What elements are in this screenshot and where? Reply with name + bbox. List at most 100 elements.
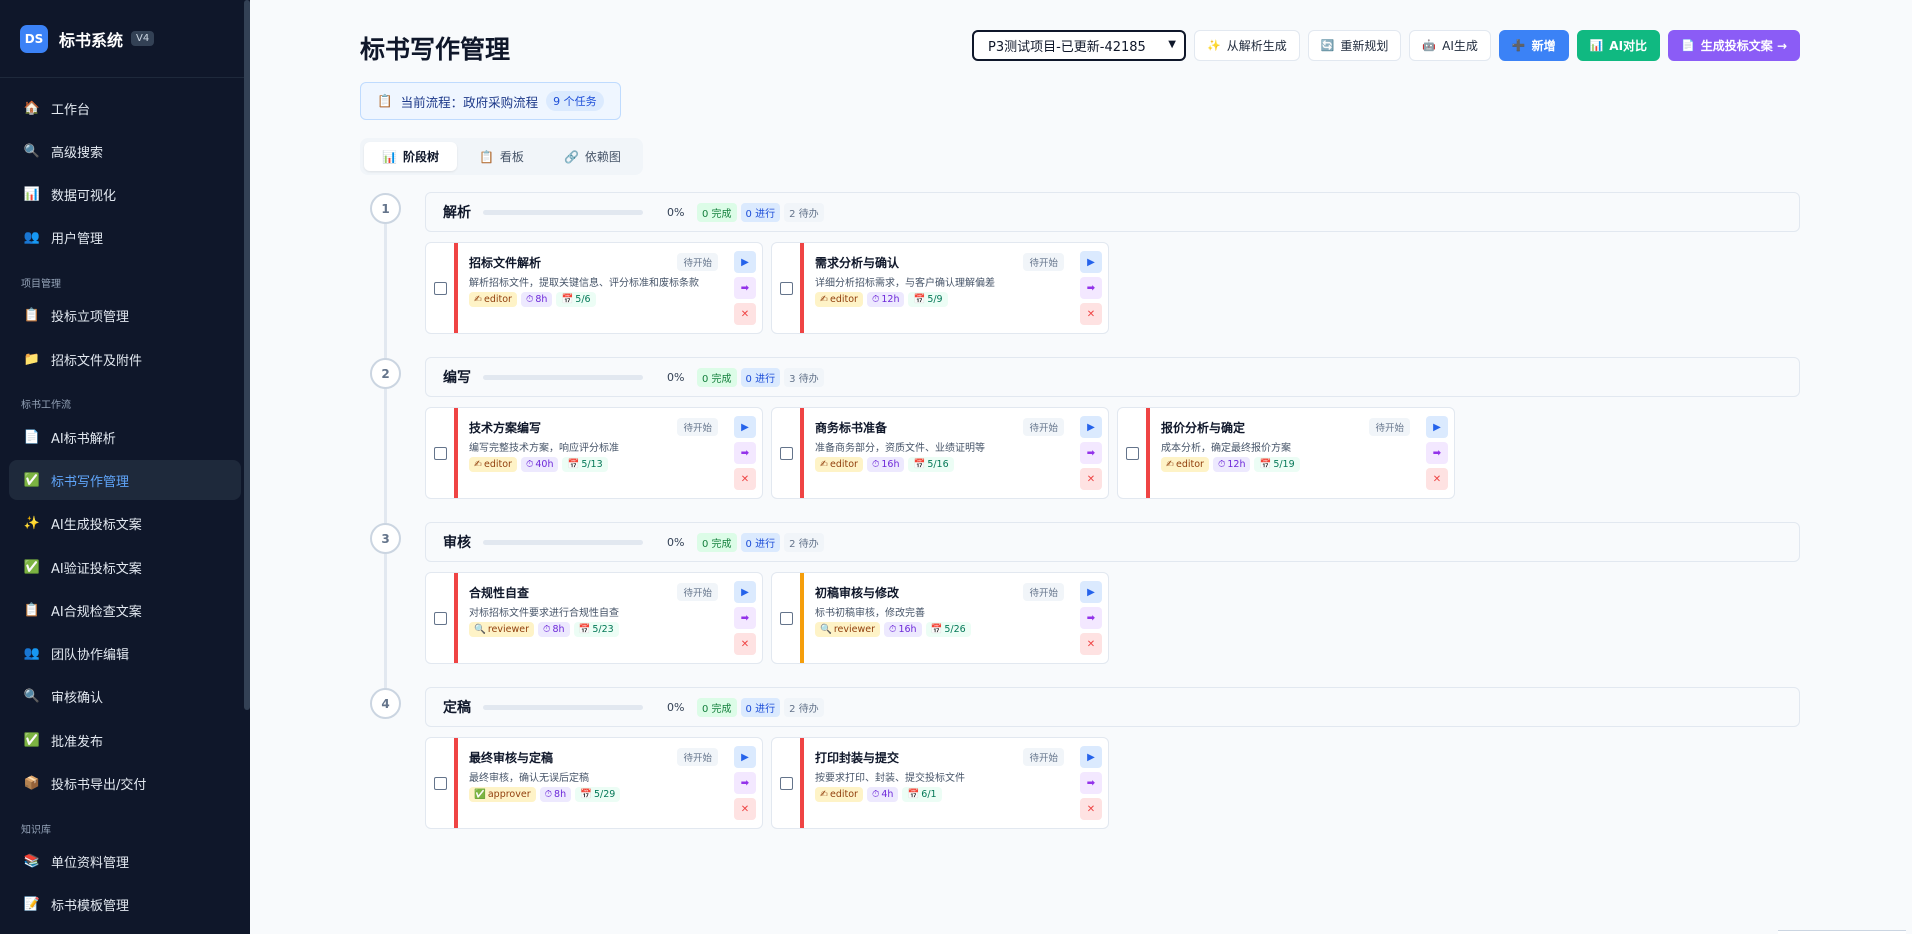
move-task-button[interactable]: ➡ <box>734 607 756 629</box>
move-task-button[interactable]: ➡ <box>1426 442 1448 464</box>
sidebar-item[interactable]: ✨ AI生成投标文案 <box>9 504 241 544</box>
in-progress-count-badge: 0 进行 <box>740 697 781 717</box>
task-card[interactable]: 打印封装与提交 按要求打印、封装、提交投标文件 ✍ editor ⏱ 4h 📅 6/1 待开始 ▶… <box>771 737 1109 829</box>
due-date-tag: 📅 6/1 <box>902 787 942 802</box>
move-task-button[interactable]: ➡ <box>734 277 756 299</box>
sidebar-item[interactable]: 🔍 高级搜索 <box>9 131 241 171</box>
task-checkbox[interactable] <box>780 612 793 625</box>
clock-icon: ⏱ <box>871 459 880 470</box>
sidebar-item-label: 招标文件及附件 <box>51 353 143 369</box>
sidebar-item[interactable]: 📋 AI合规检查文案 <box>9 590 241 630</box>
start-task-button[interactable]: ▶ <box>734 581 756 603</box>
delete-task-button[interactable]: ✕ <box>734 798 756 820</box>
task-checkbox[interactable] <box>434 447 447 460</box>
sidebar-item-label: 标书写作管理 <box>51 474 130 490</box>
move-task-button[interactable]: ➡ <box>1080 772 1102 794</box>
delete-task-button[interactable]: ✕ <box>1080 633 1102 655</box>
start-task-button[interactable]: ▶ <box>734 746 756 768</box>
task-checkbox[interactable] <box>434 612 447 625</box>
move-task-button[interactable]: ➡ <box>734 442 756 464</box>
sidebar-item[interactable]: 📚 单位资料管理 <box>9 842 241 882</box>
task-description: 编写完整技术方案，响应评分标准 <box>469 443 619 454</box>
sidebar-item[interactable]: ✅ AI验证投标文案 <box>9 547 241 587</box>
task-checkbox[interactable] <box>434 282 447 295</box>
status-badge: 待开始 <box>1369 418 1410 436</box>
due-date-tag: 📅 5/6 <box>556 292 596 307</box>
start-task-button[interactable]: ▶ <box>1080 581 1102 603</box>
task-checkbox[interactable] <box>1126 447 1139 460</box>
start-task-button[interactable]: ▶ <box>734 416 756 438</box>
document-icon: 📄 <box>1681 39 1695 52</box>
stage-header[interactable]: 解析 0% 0 完成 0 进行 2 待办 <box>425 192 1800 232</box>
delete-task-button[interactable]: ✕ <box>1080 798 1102 820</box>
task-card[interactable]: 商务标书准备 准备商务部分，资质文件、业绩证明等 ✍ editor ⏱ 16h 📅 5/16 待… <box>771 407 1109 499</box>
delete-task-button[interactable]: ✕ <box>1426 468 1448 490</box>
sidebar-item[interactable]: 🏠 工作台 <box>9 88 241 128</box>
sidebar-item[interactable]: ✅ 批准发布 <box>9 720 241 760</box>
delete-task-button[interactable]: ✕ <box>1080 303 1102 325</box>
task-tags: ✍ editor ⏱ 16h 📅 5/16 <box>815 457 954 472</box>
generate-from-parse-button[interactable]: ✨ 从解析生成 <box>1193 30 1300 61</box>
delete-task-button[interactable]: ✕ <box>734 468 756 490</box>
sidebar-item[interactable]: 🔍 审核确认 <box>9 677 241 717</box>
task-card[interactable]: 最终审核与定稿 最终审核，确认无误后定稿 ✅ approver ⏱ 8h 📅 5/29 待开始 ▶… <box>425 737 763 829</box>
task-description: 详细分析招标需求，与客户确认理解偏差 <box>815 278 995 289</box>
sidebar-item[interactable]: 📊 数据可视化 <box>9 175 241 215</box>
delete-task-button[interactable]: ✕ <box>1080 468 1102 490</box>
role-tag: ✅ approver <box>469 787 536 802</box>
status-badge: 待开始 <box>677 418 718 436</box>
start-task-button[interactable]: ▶ <box>1080 251 1102 273</box>
role-icon: 🔍 <box>474 624 486 635</box>
replan-button[interactable]: 🔄 重新规划 <box>1307 30 1402 61</box>
role-label: approver <box>487 789 531 800</box>
view-tab[interactable]: 📊 阶段树 <box>364 142 457 171</box>
task-card[interactable]: 需求分析与确认 详细分析招标需求，与客户确认理解偏差 ✍ editor ⏱ 12h 📅 5/9… <box>771 242 1109 334</box>
task-card[interactable]: 技术方案编写 编写完整技术方案，响应评分标准 ✍ editor ⏱ 40h 📅 5/13 待开始… <box>425 407 763 499</box>
view-tab-label: 阶段树 <box>402 150 439 164</box>
sidebar-item-label: AI标书解析 <box>51 431 116 447</box>
task-description: 准备商务部分，资质文件、业绩证明等 <box>815 443 985 454</box>
start-task-button[interactable]: ▶ <box>1080 746 1102 768</box>
stage-header[interactable]: 编写 0% 0 完成 0 进行 3 待办 <box>425 357 1800 397</box>
start-task-button[interactable]: ▶ <box>734 251 756 273</box>
ai-compare-button[interactable]: 📊 AI对比 <box>1576 30 1661 61</box>
delete-task-button[interactable]: ✕ <box>734 303 756 325</box>
sidebar-item[interactable]: 📦 投标书导出/交付 <box>9 764 241 804</box>
due-date-value: 5/23 <box>592 624 614 635</box>
task-checkbox[interactable] <box>780 282 793 295</box>
view-tab[interactable]: 🔗 依赖图 <box>546 142 639 171</box>
sidebar-item[interactable]: 📄 AI标书解析 <box>9 417 241 457</box>
delete-task-button[interactable]: ✕ <box>734 633 756 655</box>
sidebar-item[interactable]: 👥 用户管理 <box>9 218 241 258</box>
task-card[interactable]: 合规性自查 对标招标文件要求进行合规性自查 🔍 reviewer ⏱ 8h 📅 5/23 待开始… <box>425 572 763 664</box>
ai-generate-button[interactable]: 🤖 AI生成 <box>1409 30 1491 61</box>
project-select[interactable]: P3测试项目-已更新-42185 ▼ <box>971 30 1186 61</box>
task-tags: 🔍 reviewer ⏱ 16h 📅 5/26 <box>815 622 971 637</box>
start-task-button[interactable]: ▶ <box>1080 416 1102 438</box>
stage-header[interactable]: 定稿 0% 0 完成 0 进行 2 待办 <box>425 687 1800 727</box>
add-button[interactable]: ➕ 新增 <box>1498 30 1569 61</box>
task-card[interactable]: 报价分析与确定 成本分析，确定最终报价方案 ✍ editor ⏱ 12h 📅 5/19 待开始 ▶… <box>1117 407 1455 499</box>
sidebar-item[interactable]: 📝 标书模板管理 <box>9 885 241 925</box>
view-tab[interactable]: 📋 看板 <box>461 142 542 171</box>
sidebar-item[interactable]: 📁 招标文件及附件 <box>9 339 241 379</box>
task-checkbox[interactable] <box>780 777 793 790</box>
sidebar-item[interactable]: 👥 团队协作编辑 <box>9 634 241 674</box>
task-card[interactable]: 招标文件解析 解析招标文件，提取关键信息、评分标准和废标条款 ✍ editor ⏱ 8h 📅… <box>425 242 763 334</box>
role-label: editor <box>1175 459 1204 470</box>
sidebar-item[interactable]: 📋 投标立项管理 <box>9 296 241 336</box>
task-checkbox[interactable] <box>434 777 447 790</box>
move-task-button[interactable]: ➡ <box>1080 442 1102 464</box>
move-task-button[interactable]: ➡ <box>1080 607 1102 629</box>
nav-group-label: 项目管理 <box>21 278 61 290</box>
sidebar-item[interactable]: ✅ 标书写作管理 <box>9 460 241 501</box>
start-task-button[interactable]: ▶ <box>1426 416 1448 438</box>
task-description: 最终审核，确认无误后定稿 <box>469 773 589 784</box>
task-card[interactable]: 初稿审核与修改 标书初稿审核，修改完善 🔍 reviewer ⏱ 16h 📅 5/26 待开始 ▶… <box>771 572 1109 664</box>
clock-icon: ⏱ <box>544 789 553 800</box>
task-checkbox[interactable] <box>780 447 793 460</box>
stage-header[interactable]: 审核 0% 0 完成 0 进行 2 待办 <box>425 522 1800 562</box>
generate-bid-text-button[interactable]: 📄 生成投标文案 → <box>1668 30 1800 61</box>
move-task-button[interactable]: ➡ <box>1080 277 1102 299</box>
move-task-button[interactable]: ➡ <box>734 772 756 794</box>
